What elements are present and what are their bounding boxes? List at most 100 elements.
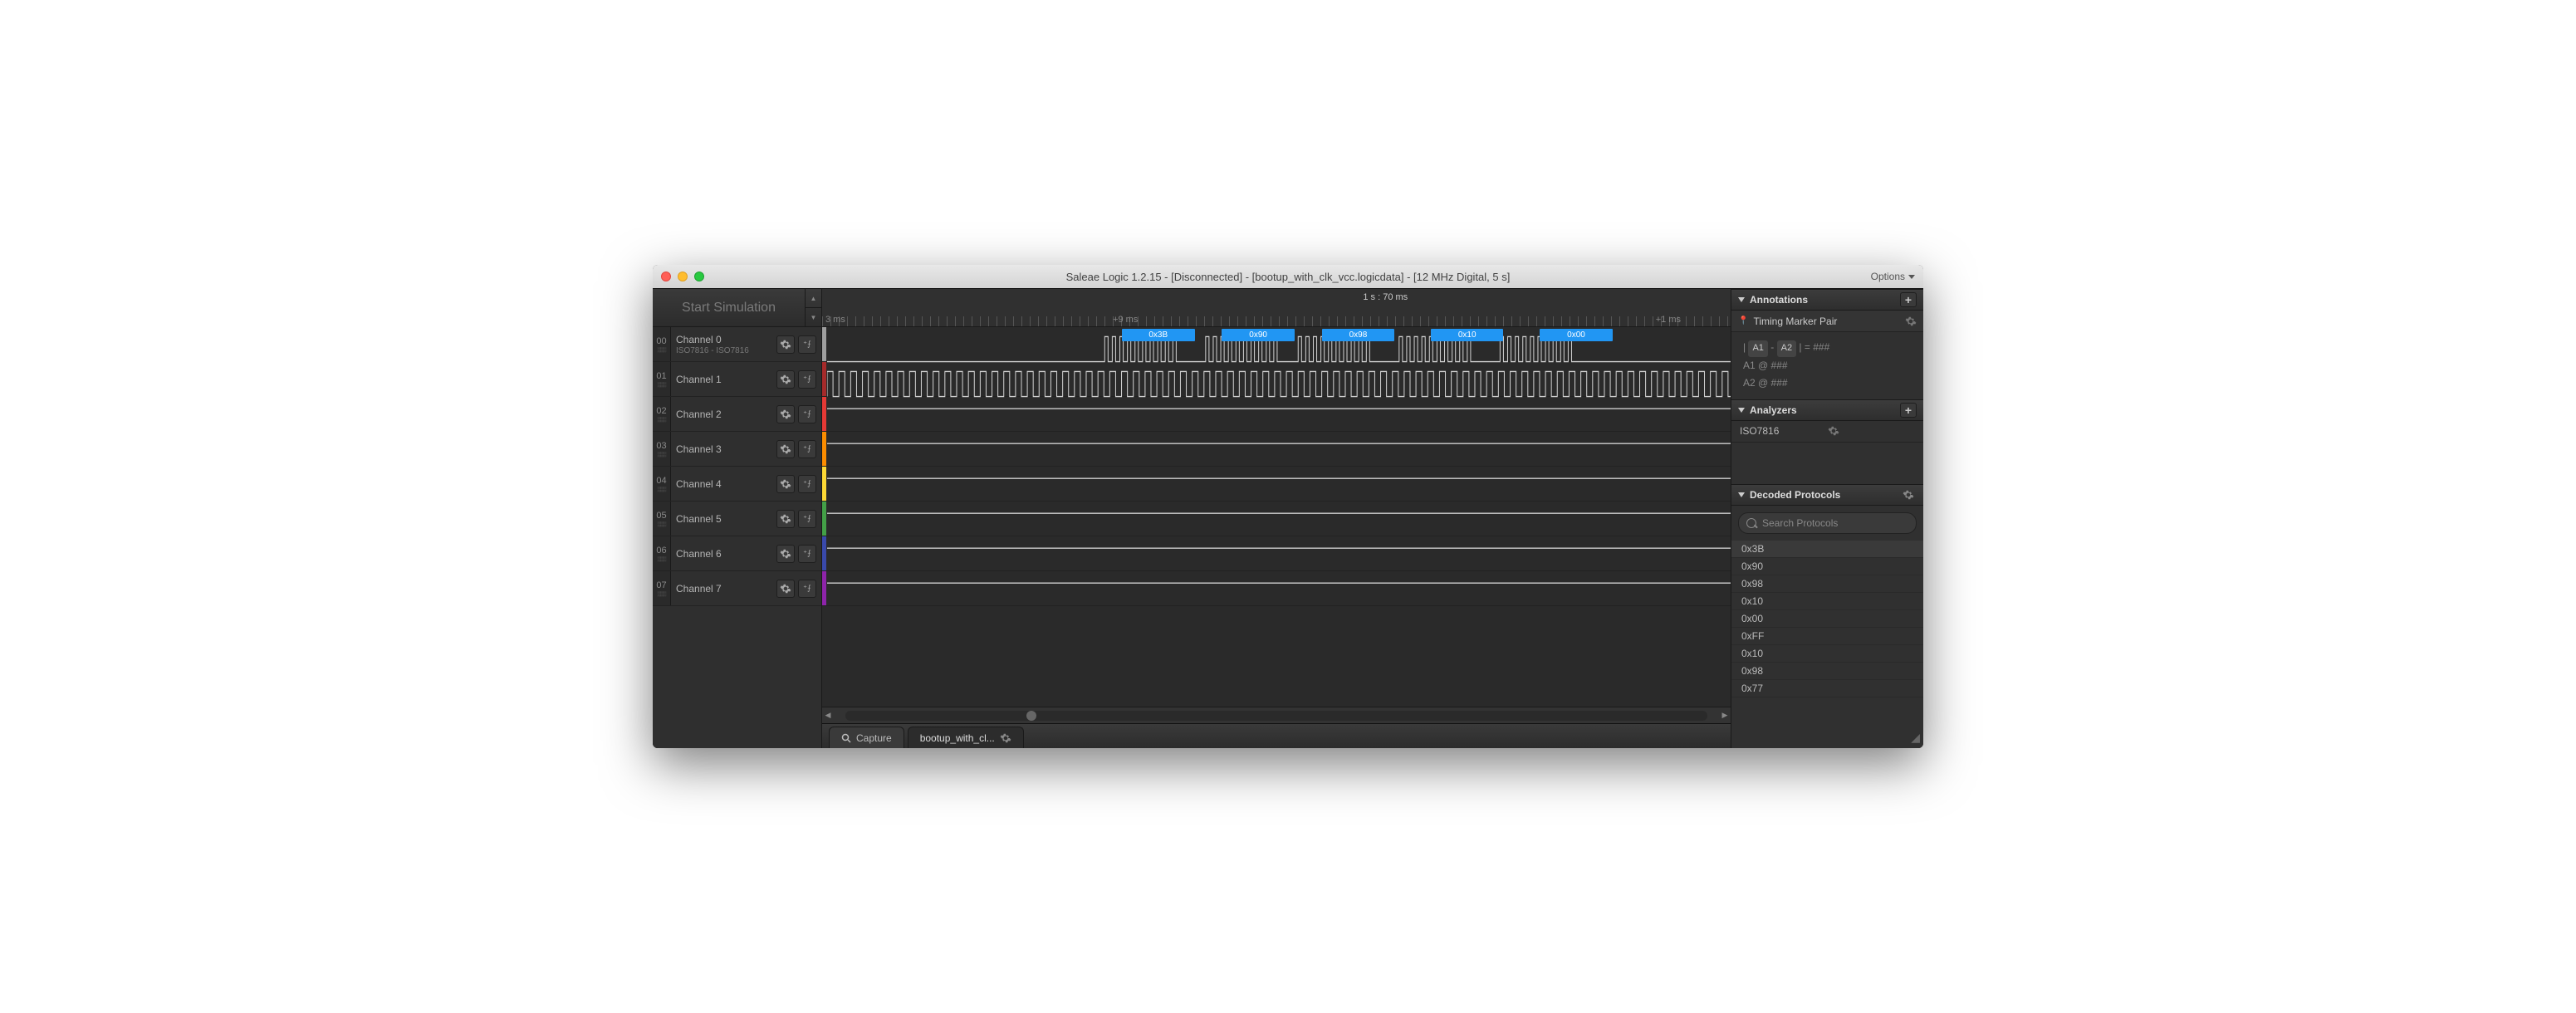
gear-icon[interactable] [776,370,795,389]
decoded-byte-label[interactable]: 0x98 [1322,329,1395,341]
horizontal-scrollbar[interactable]: ◀ ▶ [822,707,1731,723]
scroll-track[interactable] [845,711,1707,721]
stepper-down-icon[interactable]: ▼ [806,308,821,326]
gear-icon[interactable] [1000,732,1011,744]
analyzers-header[interactable]: Analyzers + [1731,399,1923,421]
time-ruler[interactable]: 1 s : 70 ms 3 ms +9 ms +1 ms [822,289,1731,327]
zoom-icon[interactable] [694,272,704,281]
traffic-lights [661,272,704,281]
trigger-icon[interactable]: ⁺⨍ [798,580,816,598]
protocol-item[interactable]: 0x98 [1731,575,1923,593]
tab-file[interactable]: bootup_with_cl... [908,727,1024,748]
decoded-byte-label[interactable]: 0x10 [1431,329,1504,341]
gear-icon[interactable] [776,475,795,493]
search-protocols-input[interactable]: Search Protocols [1738,512,1917,534]
trigger-icon[interactable]: ⁺⨍ [798,405,816,423]
channel-label: Channel 2 [676,409,773,420]
waveform-row[interactable] [822,467,1731,502]
gear-icon[interactable] [776,335,795,354]
channel-color-strip [822,327,826,361]
analyzer-item[interactable]: ISO7816 [1731,421,1923,443]
gear-icon[interactable] [1900,487,1917,502]
waveform-row[interactable] [822,397,1731,432]
protocol-item[interactable]: 0x10 [1731,645,1923,663]
channel-number: 04▒▒▒ [653,467,671,501]
minimize-icon[interactable] [678,272,688,281]
protocol-item[interactable]: 0x77 [1731,680,1923,697]
titlebar: Saleae Logic 1.2.15 - [Disconnected] - [… [653,265,1923,288]
waveform-row[interactable] [822,571,1731,606]
search-icon [841,733,851,743]
start-simulation-bar: Start Simulation ▲ ▼ [653,289,821,327]
timing-marker-row[interactable]: 📍 Timing Marker Pair [1731,311,1923,332]
decoded-byte-label[interactable]: 0x00 [1540,329,1613,341]
channel-row: 05▒▒▒ Channel 5 ⁺⨍ [653,502,821,536]
add-annotation-button[interactable]: + [1900,292,1917,307]
channel-label: Channel 5 [676,513,773,525]
timing-info: | A1 - A2 | = ### A1 @ ### A2 @ ### [1731,332,1923,399]
stepper-up-icon[interactable]: ▲ [806,289,821,308]
channel-color-strip [822,502,826,536]
waveform-row[interactable] [822,502,1731,536]
a2-value: A2 @ ### [1743,374,1912,393]
gear-icon[interactable] [776,440,795,458]
gear-icon[interactable] [1905,316,1917,327]
protocol-item[interactable]: 0x98 [1731,663,1923,680]
waveform-row[interactable]: 0x3B 0x90 0x98 0x10 0x00 [822,327,1731,362]
chevron-down-icon [1738,492,1745,497]
tab-bar: Capture bootup_with_cl... [822,723,1731,748]
decoded-protocols-header[interactable]: Decoded Protocols [1731,484,1923,506]
ruler-tick: +1 ms [1656,315,1681,325]
waveform-row[interactable] [822,536,1731,571]
panel-title: Decoded Protocols [1750,489,1840,501]
protocol-item[interactable]: 0x3B [1731,541,1923,558]
scroll-right-icon[interactable]: ▶ [1719,711,1731,720]
trigger-icon[interactable]: ⁺⨍ [798,510,816,528]
scroll-left-icon[interactable]: ◀ [822,711,834,720]
channel-color-strip [822,362,826,396]
channel-number: 02▒▒▒ [653,397,671,431]
chevron-down-icon [1738,408,1745,413]
channel-label: Channel 7 [676,583,773,595]
trigger-icon[interactable]: ⁺⨍ [798,475,816,493]
tab-label: bootup_with_cl... [920,732,995,744]
options-menu[interactable]: Options [1871,271,1915,282]
gear-icon[interactable] [776,580,795,598]
waveform-rows[interactable]: 0x3B 0x90 0x98 0x10 0x00 [822,327,1731,707]
protocol-item[interactable]: 0xFF [1731,628,1923,645]
start-simulation-button[interactable]: Start Simulation [653,289,805,326]
decoded-byte-label[interactable]: 0x90 [1222,329,1295,341]
chevron-down-icon [1738,297,1745,302]
a1-value: A1 @ ### [1743,357,1912,375]
waveform-row[interactable] [822,362,1731,397]
a2-badge: A2 [1777,340,1796,357]
tab-label: Capture [856,732,892,744]
channel-number: 03▒▒▒ [653,432,671,466]
scroll-thumb[interactable] [1026,711,1036,721]
pin-icon: 📍 [1738,316,1748,325]
gear-icon[interactable] [1828,425,1916,437]
tab-capture[interactable]: Capture [829,727,904,748]
trigger-icon[interactable]: ⁺⨍ [798,545,816,563]
channel-color-strip [822,432,826,466]
add-analyzer-button[interactable]: + [1900,403,1917,418]
gear-icon[interactable] [776,545,795,563]
trigger-icon[interactable]: ⁺⨍ [798,440,816,458]
decoded-byte-label[interactable]: 0x3B [1122,329,1195,341]
protocol-item[interactable]: 0x00 [1731,610,1923,628]
trigger-icon[interactable]: ⁺⨍ [798,370,816,389]
channel-row: 00▒▒▒ Channel 0ISO7816 - ISO7816 ⁺⨍ [653,327,821,362]
channel-color-strip [822,536,826,570]
waveform-row[interactable] [822,432,1731,467]
gear-icon[interactable] [776,405,795,423]
waveform-area: 1 s : 70 ms 3 ms +9 ms +1 ms 0x3B 0x90 0x9… [822,289,1731,748]
close-icon[interactable] [661,272,671,281]
protocol-item[interactable]: 0x10 [1731,593,1923,610]
channel-label: Channel 3 [676,443,773,455]
panel-title: Analyzers [1750,404,1797,416]
channel-row: 07▒▒▒ Channel 7 ⁺⨍ [653,571,821,606]
gear-icon[interactable] [776,510,795,528]
annotations-header[interactable]: Annotations + [1731,289,1923,311]
trigger-icon[interactable]: ⁺⨍ [798,335,816,354]
protocol-item[interactable]: 0x90 [1731,558,1923,575]
